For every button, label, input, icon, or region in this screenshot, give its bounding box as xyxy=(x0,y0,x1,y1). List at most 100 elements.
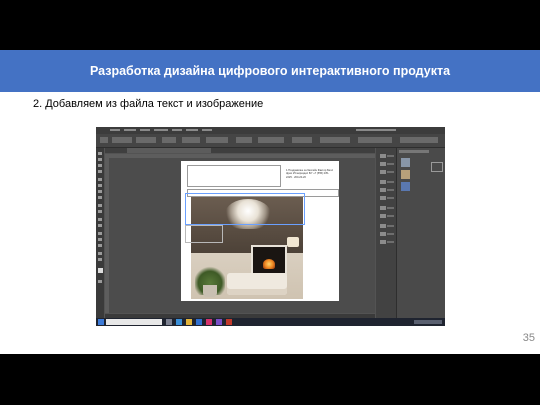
search-field[interactable] xyxy=(356,129,396,131)
free-transform-tool-icon[interactable] xyxy=(98,224,102,227)
links-icon[interactable] xyxy=(380,170,386,174)
folder-icon[interactable] xyxy=(186,319,192,325)
layers-icon[interactable] xyxy=(380,162,386,166)
slide-title: Разработка дизайна цифрового интерактивн… xyxy=(89,64,451,78)
panel-label xyxy=(387,207,394,209)
color-icon[interactable] xyxy=(380,196,386,200)
panel-label xyxy=(387,241,394,243)
gap-tool-icon[interactable] xyxy=(98,170,102,173)
document-canvas[interactable]: 1.Поздравляю за бассейн Фактор Белл фрез… xyxy=(109,158,375,313)
document-page[interactable]: 1.Поздравляю за бассейн Фактор Белл фрез… xyxy=(181,161,339,301)
menu-bar[interactable] xyxy=(96,127,445,134)
pages-icon[interactable] xyxy=(380,154,386,158)
fire xyxy=(263,259,275,269)
pages-panel[interactable] xyxy=(397,148,445,323)
type-tool-icon[interactable] xyxy=(98,178,102,181)
panel-header xyxy=(399,150,429,153)
stroke-icon[interactable] xyxy=(380,180,386,184)
direct-selection-tool-icon[interactable] xyxy=(98,158,102,161)
windows-start-icon[interactable] xyxy=(98,319,104,325)
page-thumbnail[interactable] xyxy=(401,170,410,179)
control[interactable] xyxy=(236,137,252,143)
panel-label xyxy=(387,189,394,191)
indesign-screenshot: 1.Поздравляю за бассейн Фактор Белл фрез… xyxy=(96,127,445,326)
page-number: 35 xyxy=(522,332,535,344)
rectangle-frame-tool-icon[interactable] xyxy=(98,204,102,207)
selection-tool-icon[interactable] xyxy=(98,152,102,155)
taskbar-search[interactable] xyxy=(106,319,162,325)
panel-label xyxy=(387,155,394,157)
panels-dock xyxy=(376,148,445,323)
control[interactable] xyxy=(136,137,156,143)
document-text[interactable]: 1.Поздравляю за бассейн Фактор Белл фрез… xyxy=(286,169,334,179)
rectangle-tool-icon[interactable] xyxy=(98,210,102,213)
app-icon[interactable] xyxy=(216,319,222,325)
note-tool-icon[interactable] xyxy=(98,238,102,241)
selection-frame[interactable] xyxy=(185,193,305,225)
panel-label xyxy=(387,181,394,183)
slide: Разработка дизайна цифрового интерактивн… xyxy=(0,50,540,354)
master-page-box[interactable] xyxy=(431,162,443,172)
panel-label xyxy=(387,171,394,173)
hand-tool-icon[interactable] xyxy=(98,252,102,255)
panel-label xyxy=(387,215,394,217)
mail-icon[interactable] xyxy=(196,319,202,325)
text-frame[interactable] xyxy=(187,165,281,187)
scissors-tool-icon[interactable] xyxy=(98,218,102,221)
pencil-tool-icon[interactable] xyxy=(98,196,102,199)
menu-item[interactable] xyxy=(110,129,120,131)
menu-item[interactable] xyxy=(186,129,198,131)
fill-stroke-icon[interactable] xyxy=(98,268,103,273)
control[interactable] xyxy=(206,137,228,143)
eyedropper-tool-icon[interactable] xyxy=(98,244,102,247)
control[interactable] xyxy=(162,137,176,143)
control[interactable] xyxy=(112,137,132,143)
control[interactable] xyxy=(182,137,200,143)
app-icon[interactable] xyxy=(226,319,232,325)
menu-item[interactable] xyxy=(140,129,150,131)
menu-item[interactable] xyxy=(154,129,168,131)
page-thumbnail[interactable] xyxy=(401,182,410,191)
control-bar[interactable] xyxy=(96,134,445,148)
menu-item[interactable] xyxy=(172,129,182,131)
wall-lamp xyxy=(287,237,299,247)
control[interactable] xyxy=(400,137,438,143)
line-tool-icon[interactable] xyxy=(98,184,102,187)
page-tool-icon[interactable] xyxy=(98,164,102,167)
pen-tool-icon[interactable] xyxy=(98,190,102,193)
screen-mode-icon[interactable] xyxy=(98,280,102,283)
slide-subtitle: 2. Добавляем из файла текст и изображени… xyxy=(33,98,264,110)
fireplace xyxy=(251,245,287,275)
sofa xyxy=(227,273,287,295)
gradient-tool-icon[interactable] xyxy=(98,232,102,235)
control[interactable] xyxy=(358,137,392,143)
indesign-icon[interactable] xyxy=(206,319,212,325)
page-thumbnail[interactable] xyxy=(401,158,410,167)
panel-label xyxy=(387,163,394,165)
swatches-icon[interactable] xyxy=(380,188,386,192)
selection-frame[interactable] xyxy=(185,225,223,243)
control[interactable] xyxy=(320,137,350,143)
menu-item[interactable] xyxy=(202,129,212,131)
panel-label xyxy=(387,225,394,227)
control[interactable] xyxy=(100,137,108,143)
windows-taskbar xyxy=(96,318,445,326)
gradient-icon[interactable] xyxy=(380,206,386,210)
system-tray[interactable] xyxy=(414,320,442,324)
character-styles-icon[interactable] xyxy=(380,240,386,244)
document-tab[interactable] xyxy=(127,148,211,153)
text-wrap-icon[interactable] xyxy=(380,224,386,228)
paragraph-styles-icon[interactable] xyxy=(380,232,386,236)
menu-item[interactable] xyxy=(124,129,136,131)
control[interactable] xyxy=(258,137,284,143)
title-bar: Разработка дизайна цифрового интерактивн… xyxy=(0,50,540,92)
task-view-icon[interactable] xyxy=(166,319,172,325)
zoom-tool-icon[interactable] xyxy=(98,258,102,261)
control[interactable] xyxy=(292,137,312,143)
effects-icon[interactable] xyxy=(380,214,386,218)
panel-icon-strip xyxy=(376,148,397,323)
plant-pot xyxy=(203,285,217,297)
panel-label xyxy=(387,233,394,235)
browser-icon[interactable] xyxy=(176,319,182,325)
document-tabs xyxy=(105,148,375,153)
